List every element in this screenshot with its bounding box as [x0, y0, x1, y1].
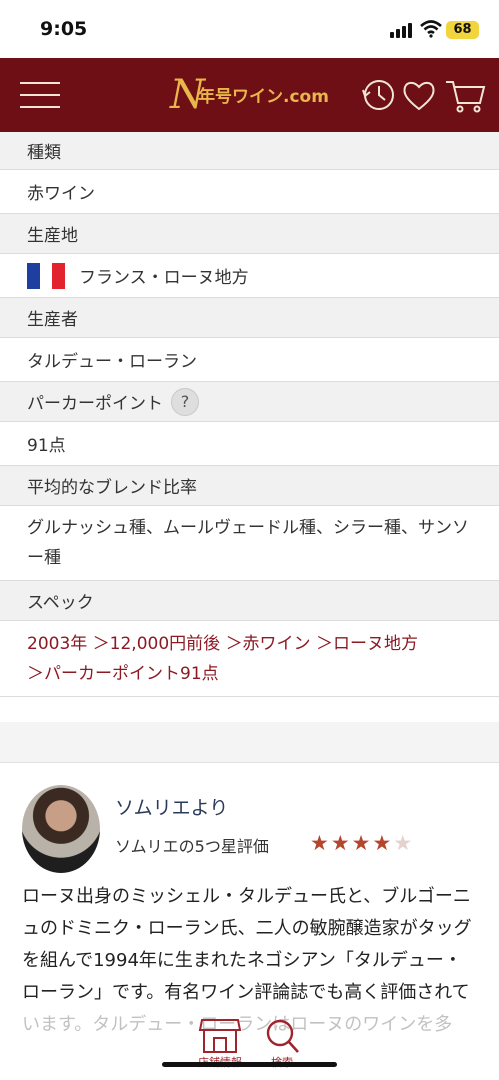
parker-value-row: 91点 — [0, 422, 499, 466]
hamburger-menu-icon[interactable] — [20, 80, 60, 110]
blend-value: グルナッシュ種、ムールヴェードル種、シラー種、サンソー種 — [27, 518, 469, 568]
parker-label: パーカーポイント — [27, 394, 163, 414]
flag-stripe-white — [39, 262, 53, 289]
type-label: 種類 — [27, 143, 61, 163]
spec-link-type[interactable]: ＞赤ワイン — [226, 634, 311, 654]
wifi-icon — [420, 20, 442, 38]
producer-label-row: 生産者 — [0, 298, 499, 338]
origin-value-row: フランス・ローヌ地方 — [0, 254, 499, 298]
wine-detail-table: 種類 赤ワイン 生産地 フランス・ローヌ地方 生産者 タルデュー・ローラン パー… — [0, 132, 499, 697]
spec-link-vintage[interactable]: 2003年 — [27, 634, 87, 654]
producer-value-row: タルデュー・ローラン — [0, 338, 499, 382]
star-empty-icon: ★ — [393, 831, 415, 855]
star-filled-icon: ★ — [351, 831, 373, 855]
history-icon[interactable] — [360, 76, 398, 114]
spec-link-region[interactable]: ＞ローヌ地方 — [316, 634, 418, 654]
logo-text: 年号ワイン.com — [198, 87, 329, 107]
origin-label: 生産地 — [27, 226, 78, 246]
france-flag-icon — [27, 262, 66, 289]
spec-label-row: スペック — [0, 581, 499, 621]
producer-label: 生産者 — [27, 310, 78, 330]
type-label-row: 種類 — [0, 132, 499, 170]
origin-value: フランス・ローヌ地方 — [79, 268, 249, 288]
site-header: N 年号ワイン.com — [0, 58, 499, 132]
search-icon — [266, 1019, 299, 1053]
home-indicator — [162, 1062, 337, 1067]
sommelier-title: ソムリエより — [115, 797, 229, 819]
battery-indicator: 68 — [446, 21, 479, 39]
star-filled-icon: ★ — [330, 831, 352, 855]
spec-links-row: 2003年 ＞12,000円前後 ＞赤ワイン ＞ローヌ地方 ＞パーカーポイント9… — [0, 621, 499, 697]
section-gap — [0, 722, 499, 762]
type-value: 赤ワイン — [27, 184, 95, 204]
status-bar: 9:05 68 — [0, 0, 499, 58]
blend-label: 平均的なブレンド比率 — [27, 478, 197, 498]
flag-stripe-blue — [27, 262, 40, 289]
origin-label-row: 生産地 — [0, 214, 499, 254]
type-value-row: 赤ワイン — [0, 170, 499, 214]
site-logo[interactable]: N 年号ワイン.com — [170, 72, 330, 118]
store-icon — [198, 1019, 242, 1053]
status-time: 9:05 — [40, 18, 88, 40]
spec-link-price[interactable]: ＞12,000円前後 — [93, 634, 220, 654]
blend-label-row: 平均的なブレンド比率 — [0, 466, 499, 506]
star-filled-icon: ★ — [310, 831, 331, 855]
parker-help-button[interactable]: ? — [171, 387, 199, 416]
spec-link-parker[interactable]: ＞パーカーポイント91点 — [27, 664, 219, 684]
producer-value: タルデュー・ローラン — [27, 352, 197, 372]
cellular-signal-icon — [390, 22, 414, 38]
flag-stripe-red — [52, 262, 66, 289]
favorite-heart-icon[interactable] — [400, 76, 438, 114]
spec-label: スペック — [27, 593, 94, 613]
shopping-cart-icon[interactable] — [444, 76, 486, 114]
parker-label-row: パーカーポイント ? — [0, 382, 499, 422]
sommelier-avatar — [22, 785, 100, 873]
blend-value-row: グルナッシュ種、ムールヴェードル種、シラー種、サンソー種 — [0, 506, 499, 581]
floating-bottom-bar: 店舗情報 検索 — [0, 1008, 499, 1080]
star-rating: ★★★★★ — [310, 831, 414, 855]
sommelier-rating-label: ソムリエの5つ星評価 — [115, 837, 269, 856]
parker-value: 91点 — [27, 436, 66, 456]
star-filled-icon: ★ — [372, 831, 394, 855]
